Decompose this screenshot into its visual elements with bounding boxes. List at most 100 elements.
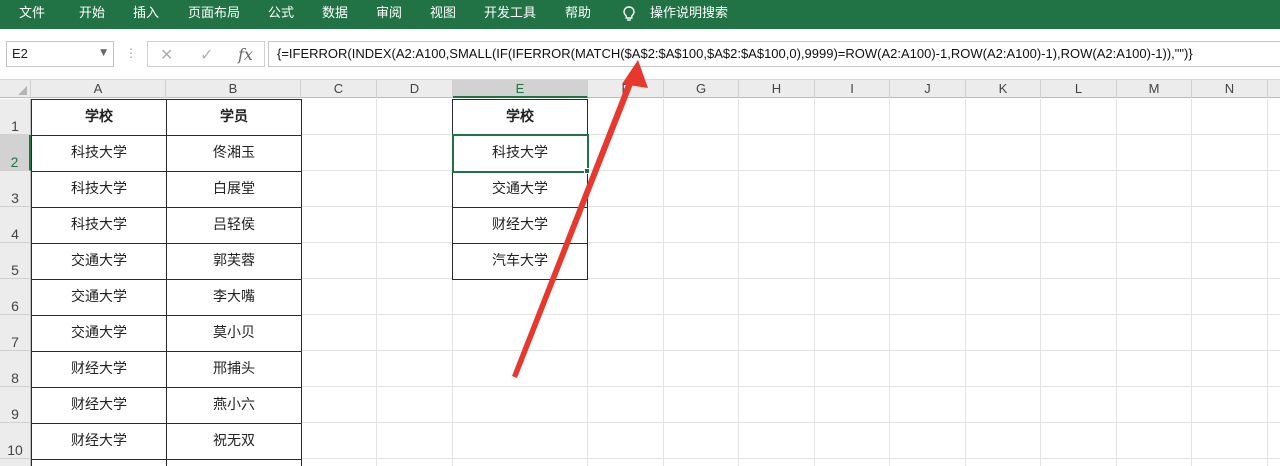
cell-a4[interactable]: 科技大学	[31, 207, 167, 244]
tab-developer[interactable]: 开发工具	[484, 0, 536, 29]
row-number: 6	[11, 298, 19, 314]
tab-review[interactable]: 审阅	[376, 0, 402, 29]
row-header-9[interactable]: 9	[0, 387, 31, 423]
column-header-c[interactable]: C	[301, 80, 377, 98]
row-header-5[interactable]: 5	[0, 243, 31, 279]
insert-function-icon[interactable]: fx	[238, 45, 253, 64]
cell-b9[interactable]: 燕小六	[166, 387, 302, 424]
row-header-8[interactable]: 8	[0, 351, 31, 387]
row-number: 10	[7, 442, 23, 458]
tab-data[interactable]: 数据	[322, 0, 348, 29]
cancel-icon[interactable]: ✕	[160, 45, 173, 64]
gridline	[1191, 99, 1192, 466]
tab-page-layout[interactable]: 页面布局	[188, 0, 240, 29]
cell-a7[interactable]: 交通大学	[31, 315, 167, 352]
cell-a6[interactable]: 交通大学	[31, 279, 167, 316]
column-header-l[interactable]: L	[1041, 80, 1117, 98]
row-number: 7	[11, 334, 19, 350]
gridline	[738, 99, 739, 466]
column-header-g[interactable]: G	[664, 80, 739, 98]
row-number: 3	[11, 190, 19, 206]
cell-a9[interactable]: 财经大学	[31, 387, 167, 424]
gridline	[1116, 99, 1117, 466]
tab-home[interactable]: 开始	[79, 0, 105, 29]
cell-e3[interactable]: 交通大学	[452, 171, 588, 208]
formula-input[interactable]: {=IFERROR(INDEX(A2:A100,SMALL(IF(IFERROR…	[268, 41, 1280, 67]
tab-formulas[interactable]: 公式	[268, 0, 294, 29]
column-header-j[interactable]: J	[890, 80, 966, 98]
column-header-k[interactable]: K	[966, 80, 1041, 98]
formula-text: {=IFERROR(INDEX(A2:A100,SMALL(IF(IFERROR…	[277, 46, 1193, 61]
gridline	[965, 99, 966, 466]
column-header-i[interactable]: I	[815, 80, 890, 98]
ribbon-tab-bar: 文件 开始 插入 页面布局 公式 数据 审阅 视图 开发工具 帮助 操作说明搜索	[0, 0, 1280, 29]
select-all-icon	[18, 86, 27, 95]
column-header-a[interactable]: A	[31, 80, 166, 98]
row-header-1[interactable]: 1	[0, 99, 31, 135]
cell-e5[interactable]: 汽车大学	[452, 243, 588, 280]
cell-b8[interactable]: 邢捕头	[166, 351, 302, 388]
row-number: 1	[11, 118, 19, 134]
select-all-corner[interactable]	[0, 80, 31, 98]
cell-a1[interactable]: 学校	[31, 99, 167, 136]
gridline	[889, 99, 890, 466]
cell-a11[interactable]	[31, 459, 167, 466]
column-header-m[interactable]: M	[1117, 80, 1192, 98]
cell-b7[interactable]: 莫小贝	[166, 315, 302, 352]
column-header-e[interactable]: E	[453, 80, 588, 98]
row-header-6[interactable]: 6	[0, 279, 31, 315]
active-cell-border	[452, 134, 589, 173]
cell-a5[interactable]: 交通大学	[31, 243, 167, 280]
tell-me-search[interactable]: 操作说明搜索	[650, 0, 728, 29]
row-number: 4	[11, 226, 19, 242]
column-header-f[interactable]: F	[588, 80, 664, 98]
enter-icon[interactable]: ✓	[200, 45, 213, 64]
cell-b2[interactable]: 佟湘玉	[166, 135, 302, 172]
cell-b11[interactable]	[166, 459, 302, 466]
column-header-h[interactable]: H	[739, 80, 815, 98]
gridline	[1040, 99, 1041, 466]
gridline	[1267, 99, 1268, 466]
cell-a10[interactable]: 财经大学	[31, 423, 167, 460]
fill-handle[interactable]	[584, 168, 590, 174]
column-header-row: A B C D E F G H I J K L M N	[0, 80, 1280, 98]
cell-a3[interactable]: 科技大学	[31, 171, 167, 208]
tab-insert[interactable]: 插入	[133, 0, 159, 29]
row-header-3[interactable]: 3	[0, 171, 31, 207]
column-header-d[interactable]: D	[377, 80, 453, 98]
cell-b1[interactable]: 学员	[166, 99, 302, 136]
drag-handle-icon[interactable]: ⋮	[125, 43, 137, 63]
row-header-10[interactable]: 10	[0, 423, 31, 459]
gridline	[814, 99, 815, 466]
cell-a2[interactable]: 科技大学	[31, 135, 167, 172]
row-number: 2	[10, 154, 19, 170]
cell-a8[interactable]: 财经大学	[31, 351, 167, 388]
row-number: 9	[11, 406, 19, 422]
cell-b6[interactable]: 李大嘴	[166, 279, 302, 316]
name-box[interactable]: E2 ▼	[6, 41, 114, 67]
row-header-4[interactable]: 4	[0, 207, 31, 243]
row-header-2[interactable]: 2	[0, 135, 31, 171]
column-header-n[interactable]: N	[1192, 80, 1268, 98]
chevron-down-icon[interactable]: ▼	[100, 48, 107, 58]
formula-bar: E2 ▼ ⋮ ✕ ✓ fx {=IFERROR(INDEX(A2:A100,SM…	[0, 29, 1280, 80]
cell-b4[interactable]: 吕轻侯	[166, 207, 302, 244]
tab-help[interactable]: 帮助	[565, 0, 591, 29]
column-header-b[interactable]: B	[166, 80, 301, 98]
tab-file[interactable]: 文件	[19, 0, 45, 29]
cell-e1[interactable]: 学校	[452, 99, 588, 136]
lightbulb-icon	[623, 6, 635, 21]
name-box-value: E2	[12, 46, 28, 61]
formula-buttons: ✕ ✓ fx	[147, 41, 265, 67]
row-number: 5	[11, 262, 19, 278]
row-number: 8	[11, 370, 19, 386]
cell-b3[interactable]: 白展堂	[166, 171, 302, 208]
cell-e4[interactable]: 财经大学	[452, 207, 588, 244]
cell-b5[interactable]: 郭芙蓉	[166, 243, 302, 280]
row-header-7[interactable]: 7	[0, 315, 31, 351]
gridline	[376, 99, 377, 466]
cell-b10[interactable]: 祝无双	[166, 423, 302, 460]
tab-view[interactable]: 视图	[430, 0, 456, 29]
gridline	[663, 99, 664, 466]
row-header-11[interactable]	[0, 459, 31, 466]
